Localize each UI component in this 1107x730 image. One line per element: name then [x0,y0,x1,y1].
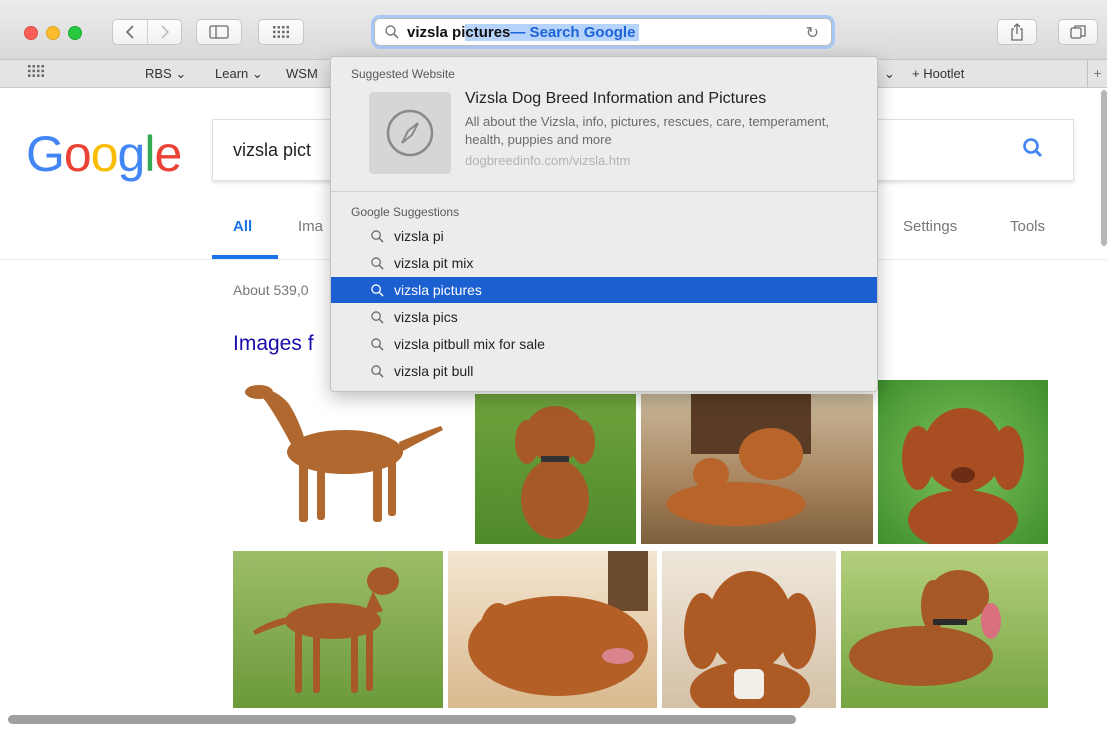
back-button[interactable] [113,20,147,44]
close-window-button[interactable] [24,26,38,40]
minimize-window-button[interactable] [46,26,60,40]
navigation-buttons [112,19,182,45]
result-stats: About 539,0 [233,282,309,298]
image-result[interactable] [233,551,443,708]
address-autocomplete-text: ctures [465,23,511,41]
suggestion-item[interactable]: vizsla pit mix [331,250,877,276]
image-result[interactable] [233,380,470,544]
suggestion-label: vizsla pit bull [394,363,474,379]
forward-button[interactable] [147,20,181,44]
vertical-scrollbar[interactable] [1101,90,1107,246]
bookmark-rbs[interactable]: RBS ⌄ [145,66,186,82]
share-icon [1011,23,1023,41]
google-suggestions-heading: Google Suggestions [351,205,460,219]
suggestion-item[interactable]: vizsla pics [331,304,877,330]
bookmark-hootlet[interactable]: + Hootlet [912,66,964,81]
chevron-left-icon [125,25,134,39]
search-icon [371,310,384,324]
show-sidebar-button[interactable] [196,19,242,45]
image-result[interactable] [448,551,657,708]
image-result[interactable] [641,394,873,544]
bookmark-wsm[interactable]: WSM [286,66,318,81]
images-heading-link[interactable]: Images f [233,332,314,356]
address-bar[interactable]: vizsla pi ctures — Search Google ↻ [374,18,832,46]
bookmark-learn[interactable]: Learn ⌄ [215,66,263,82]
chevron-right-icon [160,25,169,39]
zoom-window-button[interactable] [68,26,82,40]
image-result[interactable] [841,551,1048,708]
suggested-website-heading: Suggested Website [351,67,455,81]
horizontal-scrollbar[interactable] [8,715,796,724]
suggestion-item[interactable]: vizsla pi [331,223,877,249]
suggestion-label: vizsla pitbull mix for sale [394,336,545,352]
google-search-icon[interactable] [1021,136,1045,160]
suggestion-label: vizsla pics [394,309,458,325]
share-button[interactable] [997,19,1037,45]
search-icon [371,283,384,297]
dropdown-divider [331,191,877,192]
grid-icon [273,26,289,38]
search-icon [371,256,384,270]
add-bookmark-icon[interactable]: + [1087,60,1107,87]
search-icon [371,364,384,378]
image-result[interactable] [662,551,836,708]
suggested-site-title[interactable]: Vizsla Dog Breed Information and Picture… [465,90,766,108]
suggestion-label: vizsla pit mix [394,255,474,271]
safari-compass-icon [369,92,451,174]
sidebar-icon [209,25,229,39]
address-completion-hint: — Search Google [510,23,640,41]
tab-settings[interactable]: Settings [903,218,957,235]
address-typed-text: vizsla pi [407,23,466,41]
suggestion-label: vizsla pi [394,228,444,244]
top-sites-button[interactable] [258,19,304,45]
suggestion-label: vizsla pictures [394,282,482,298]
reload-icon[interactable]: ↻ [806,23,819,43]
google-query-text[interactable]: vizsla pict [233,140,311,161]
browser-toolbar: vizsla pi ctures — Search Google ↻ [0,0,1107,60]
image-result[interactable] [878,380,1048,544]
address-suggestions-dropdown: Suggested Website Vizsla Dog Breed Infor… [330,56,878,392]
search-icon [371,229,384,243]
search-icon [385,25,399,39]
show-all-tabs-button[interactable] [1058,19,1098,45]
image-result[interactable] [475,394,636,544]
tab-tools[interactable]: Tools [1010,218,1045,235]
tab-images[interactable]: Ima [298,218,323,235]
bookmarks-grid-icon[interactable] [28,65,44,80]
tabs-overview-icon [1070,25,1086,39]
suggestion-item-selected[interactable]: vizsla pictures [331,277,877,303]
bookmark-folder-chevron[interactable]: ⌄ [884,66,895,82]
suggestion-item[interactable]: vizsla pitbull mix for sale [331,331,877,357]
tab-all[interactable]: All [233,218,252,235]
suggested-site-description: All about the Vizsla, info, pictures, re… [465,114,829,147]
suggested-site-url: dogbreedinfo.com/vizsla.htm [465,153,631,168]
search-icon [371,337,384,351]
active-tab-indicator [212,255,278,259]
google-logo[interactable]: Google [26,125,182,183]
suggestion-item[interactable]: vizsla pit bull [331,358,877,384]
